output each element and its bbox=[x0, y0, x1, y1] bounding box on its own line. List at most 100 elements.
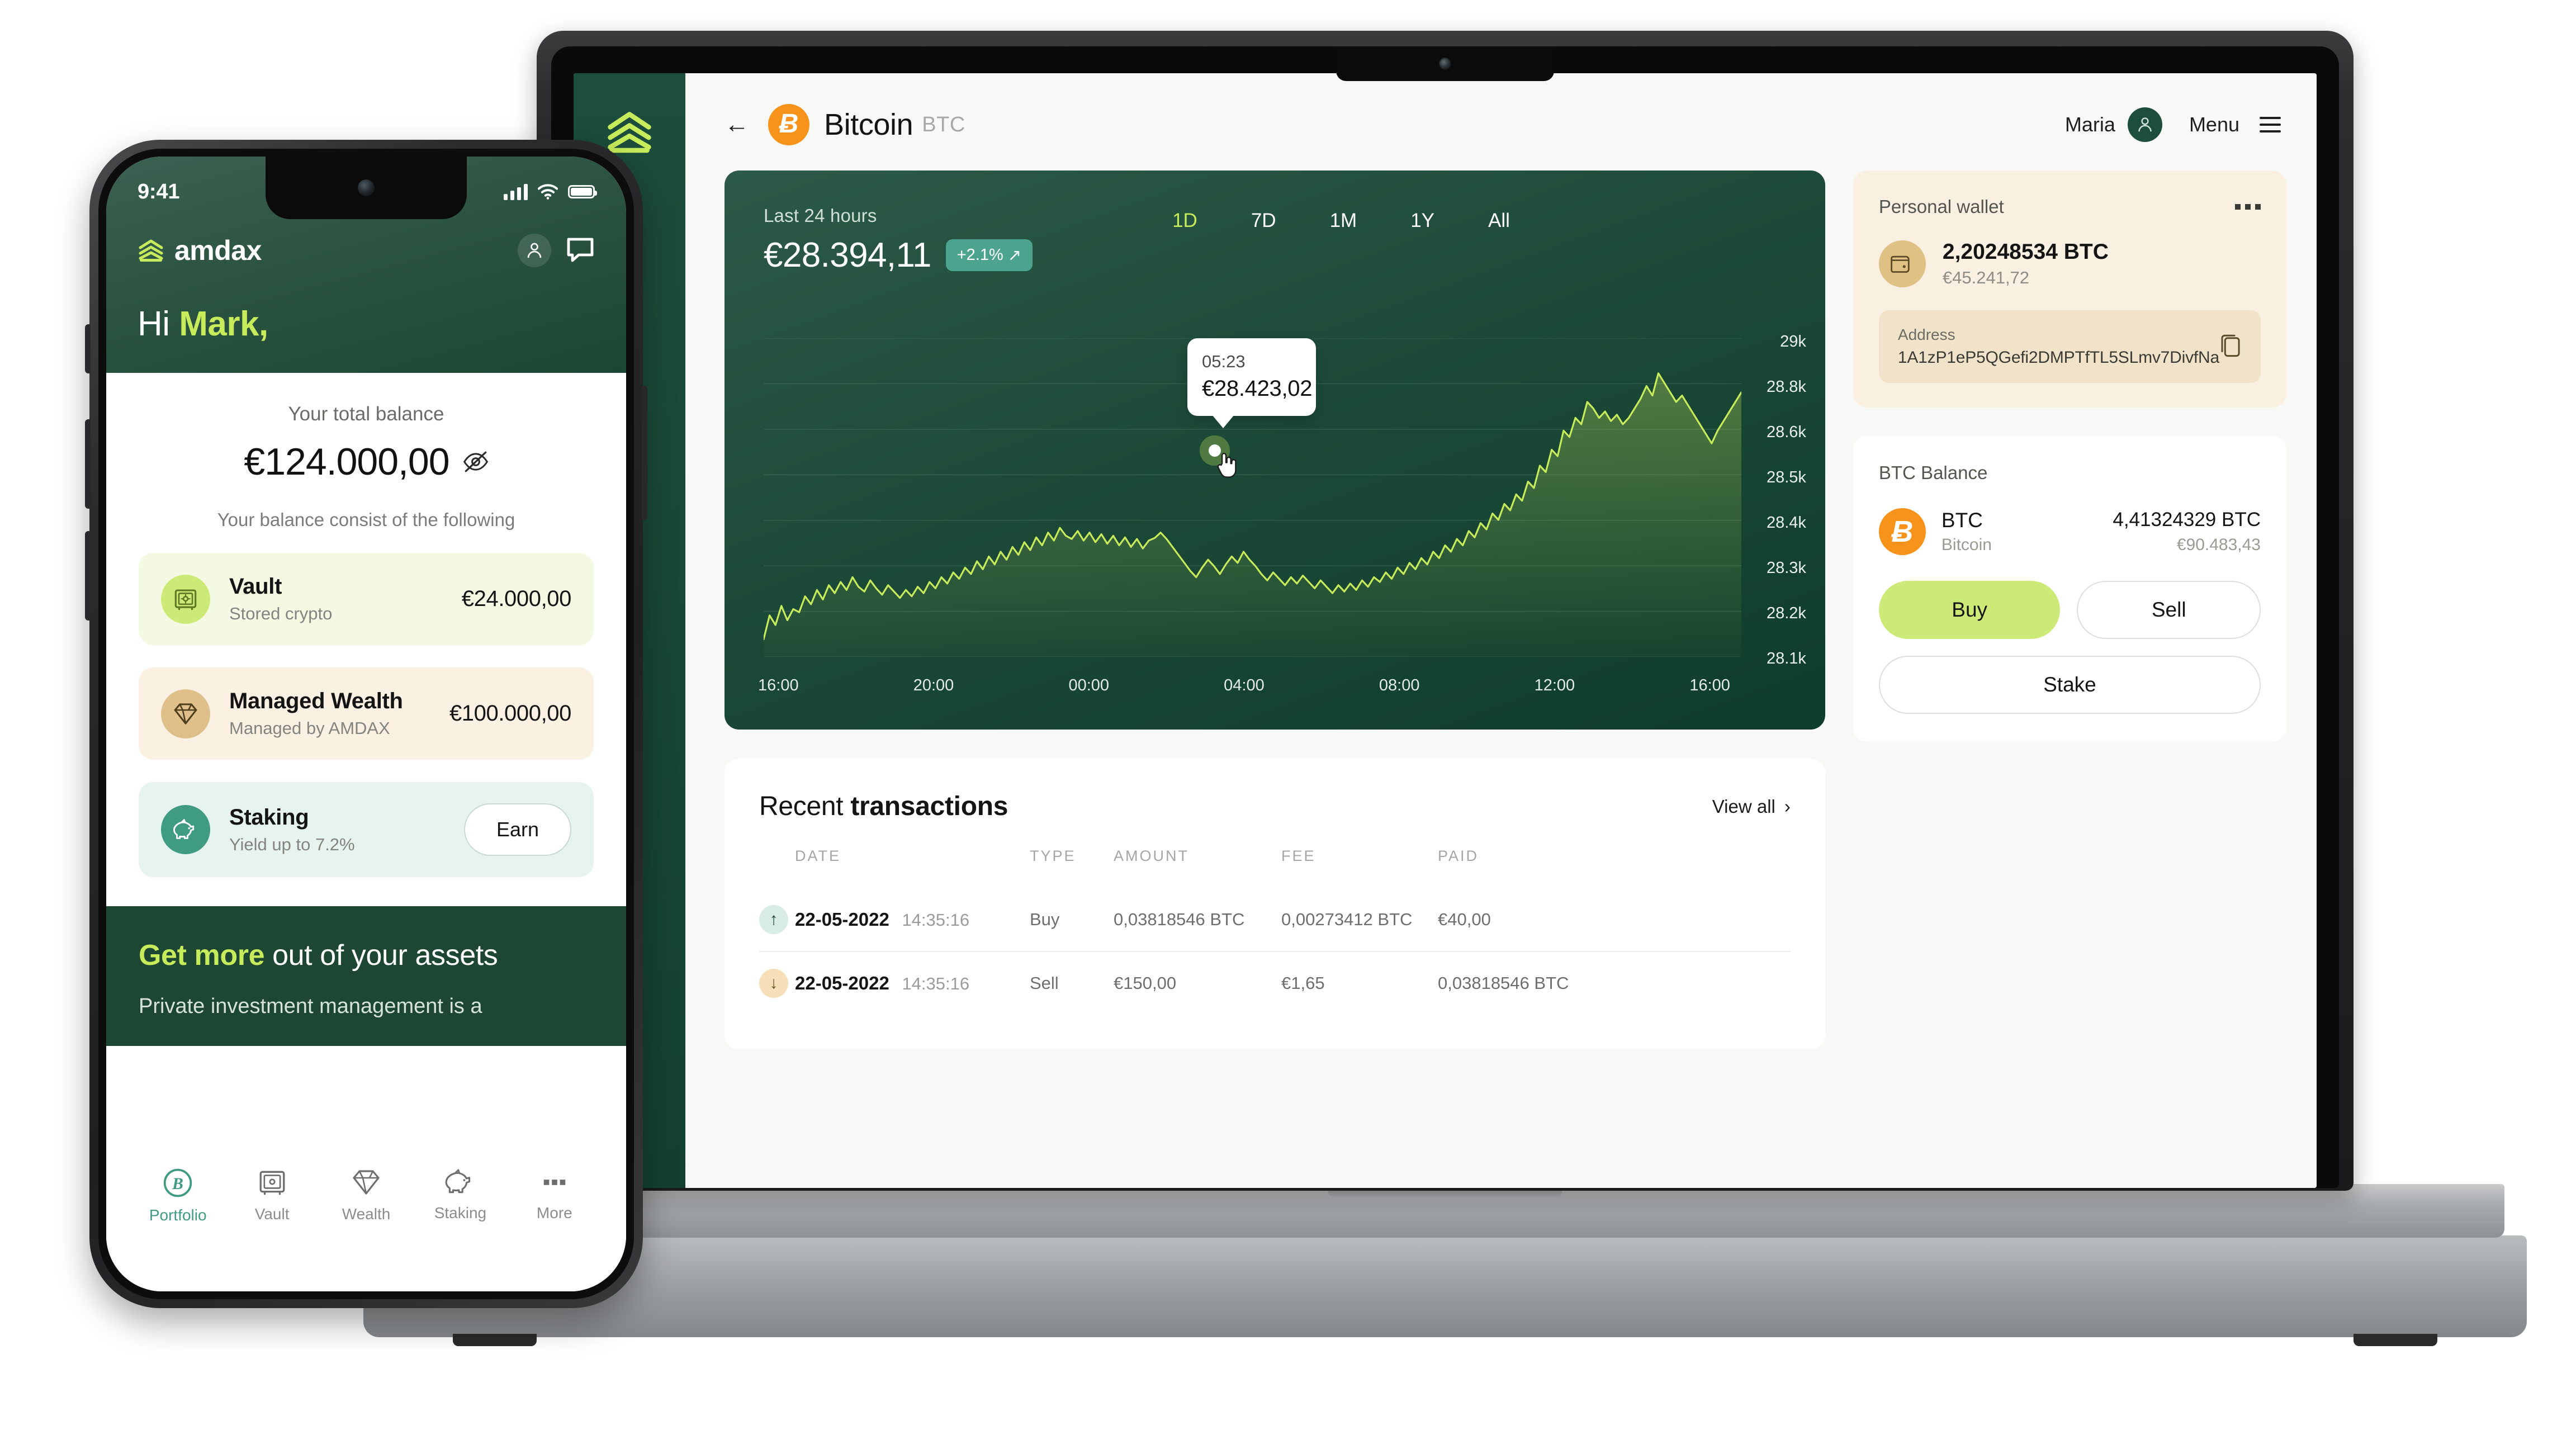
btc-balance-card: BTC Balance Ƀ BTC Bitcoin 4,41324329 BTC… bbox=[1853, 435, 2286, 742]
list-item-managed-wealth[interactable]: Managed Wealth Managed by AMDAX €100.000… bbox=[139, 667, 594, 760]
profile-icon[interactable] bbox=[518, 234, 551, 267]
sell-button[interactable]: Sell bbox=[2077, 581, 2261, 639]
pointer-hand-cursor-icon bbox=[1217, 452, 1237, 478]
bitcoin-coin-icon: Ƀ bbox=[768, 104, 809, 145]
wallet-btc-amount: 2,20248534 BTC bbox=[1942, 240, 2109, 264]
transactions-title: Recent transactions bbox=[759, 791, 1008, 822]
laptop-lid: ← Ƀ Bitcoin BTC Maria Menu Last 24 hours… bbox=[537, 31, 2354, 1191]
list-item-title: Vault bbox=[229, 574, 282, 599]
asset-name: Bitcoin bbox=[1941, 536, 1992, 554]
nav-item-staking[interactable]: Staking bbox=[413, 1167, 507, 1222]
safe-icon bbox=[259, 1171, 285, 1195]
transactions-title-bold: transactions bbox=[850, 792, 1008, 821]
balance-subtitle: Your balance consist of the following bbox=[217, 509, 515, 530]
safe-glyph-icon bbox=[174, 589, 197, 610]
buy-button[interactable]: Buy bbox=[1878, 581, 2061, 639]
phone-brand-row: amdax bbox=[138, 234, 595, 267]
phone-volume-down-button[interactable] bbox=[85, 531, 91, 621]
range-1m[interactable]: 1M bbox=[1330, 210, 1357, 232]
list-item-vault[interactable]: Vault Stored crypto €24.000,00 bbox=[139, 553, 594, 645]
row-amount: 0,03818546 BTC bbox=[1114, 910, 1245, 929]
nav-label: Vault bbox=[254, 1205, 290, 1223]
y-tick: 29k bbox=[1780, 333, 1806, 351]
row-paid: 0,03818546 BTC bbox=[1438, 951, 1791, 1015]
promo-title: Get more out of your assets bbox=[139, 939, 594, 972]
wallet-eur-amount: €45.241,72 bbox=[1942, 268, 2030, 287]
more-dots-icon bbox=[543, 1180, 566, 1185]
table-row[interactable]: ↓ 22-05-2022 14:35:16 Sell €150,00 €1,65… bbox=[759, 951, 1791, 1015]
row-time: 14:35:16 bbox=[902, 910, 970, 930]
app-main-grid: Last 24 hours €28.394,11 +2.1% ↗ 1D 7D 1… bbox=[724, 171, 2286, 1049]
row-date: 22-05-2022 bbox=[795, 909, 889, 930]
eye-off-icon[interactable] bbox=[463, 451, 489, 473]
phone-silent-switch[interactable] bbox=[85, 324, 91, 373]
back-arrow-icon[interactable]: ← bbox=[724, 112, 749, 137]
x-tick: 04:00 bbox=[1224, 676, 1265, 694]
phone-frame: 9:41 amdax Hi Mark, Your total balance €… bbox=[85, 140, 647, 1308]
chat-bubble-icon[interactable] bbox=[566, 236, 595, 264]
hamburger-menu-icon[interactable] bbox=[2260, 117, 2281, 132]
total-balance-label: Your total balance bbox=[288, 403, 444, 425]
page-ticker: BTC bbox=[922, 112, 965, 136]
range-1d[interactable]: 1D bbox=[1172, 210, 1197, 232]
bitcoin-circle-icon: B bbox=[164, 1168, 192, 1197]
y-tick: 28.5k bbox=[1766, 468, 1806, 486]
phone-power-button[interactable] bbox=[642, 386, 647, 520]
y-tick: 28.4k bbox=[1766, 514, 1806, 532]
range-all[interactable]: All bbox=[1488, 210, 1510, 232]
row-fee: €1,65 bbox=[1281, 951, 1438, 1015]
tooltip-time: 05:23 bbox=[1202, 352, 1246, 371]
phone-header-icons bbox=[518, 234, 595, 267]
chart-range-selector: 1D 7D 1M 1Y All bbox=[1172, 205, 1510, 232]
stake-button[interactable]: Stake bbox=[1878, 656, 2261, 714]
th-icon bbox=[759, 847, 795, 888]
promo-banner[interactable]: Get more out of your assets Private inve… bbox=[106, 906, 626, 1046]
front-camera-icon bbox=[358, 179, 375, 196]
user-name[interactable]: Maria bbox=[2065, 113, 2115, 136]
menu-label[interactable]: Menu bbox=[2189, 113, 2239, 136]
earn-button[interactable]: Earn bbox=[463, 803, 571, 856]
th-amount: AMOUNT bbox=[1114, 847, 1189, 864]
more-dots-icon[interactable] bbox=[2235, 204, 2261, 210]
greeting-light: Hi bbox=[138, 305, 179, 343]
nav-item-wealth[interactable]: Wealth bbox=[319, 1167, 413, 1223]
phone-notch bbox=[266, 157, 467, 219]
wallet-header: Personal wallet bbox=[1879, 196, 2261, 217]
row-type: Sell bbox=[1030, 951, 1114, 1015]
wallet-amounts: 2,20248534 BTC €45.241,72 bbox=[1943, 240, 2109, 288]
range-7d[interactable]: 7D bbox=[1251, 210, 1276, 232]
view-all-link[interactable]: View all › bbox=[1712, 796, 1791, 817]
laptop-screen: ← Ƀ Bitcoin BTC Maria Menu Last 24 hours… bbox=[574, 73, 2317, 1188]
wallet-address-box[interactable]: Address 1A1zP1eP5QGefi2DMPTfTL5SLmv7Divf… bbox=[1878, 310, 2261, 383]
nav-item-vault[interactable]: Vault bbox=[225, 1167, 319, 1223]
profile-glyph-icon bbox=[527, 243, 542, 258]
x-tick: 20:00 bbox=[913, 676, 954, 694]
profile-icon bbox=[2138, 117, 2152, 132]
nav-item-portfolio[interactable]: B Portfolio bbox=[131, 1167, 225, 1224]
app-content: ← Ƀ Bitcoin BTC Maria Menu Last 24 hours… bbox=[685, 73, 2317, 1188]
diamond-glyph-icon bbox=[174, 703, 197, 724]
list-item-subtitle: Yield up to 7.2% bbox=[229, 834, 355, 854]
range-1y[interactable]: 1Y bbox=[1410, 210, 1434, 232]
laptop-bezel: ← Ƀ Bitcoin BTC Maria Menu Last 24 hours… bbox=[551, 46, 2339, 1188]
list-item-text: Vault Stored crypto bbox=[229, 574, 332, 624]
laptop-notch bbox=[1336, 46, 1554, 81]
asset-names: BTC Bitcoin bbox=[1942, 509, 1992, 555]
list-item-staking[interactable]: Staking Yield up to 7.2% Earn bbox=[139, 782, 594, 877]
webcam-icon bbox=[1439, 58, 1451, 70]
y-tick: 28.8k bbox=[1766, 378, 1806, 396]
th-paid: PAID bbox=[1438, 847, 1479, 864]
chart-subtitle: Last 24 hours bbox=[764, 205, 877, 226]
table-header-row: DATE TYPE AMOUNT FEE PAID bbox=[759, 847, 1791, 888]
greeting-name: Mark, bbox=[179, 305, 268, 343]
table-row[interactable]: ↑ 22-05-2022 14:35:16 Buy 0,03818546 BTC… bbox=[759, 888, 1791, 951]
x-tick: 12:00 bbox=[1534, 676, 1575, 694]
copy-icon[interactable] bbox=[2219, 333, 2242, 361]
nav-item-more[interactable]: More bbox=[508, 1167, 602, 1222]
copy-glyph-icon bbox=[2221, 334, 2240, 357]
avatar[interactable] bbox=[2127, 107, 2162, 142]
phone-volume-up-button[interactable] bbox=[85, 419, 91, 509]
piggy-bank-icon bbox=[161, 805, 210, 854]
promo-title-light: out of your assets bbox=[264, 939, 498, 972]
asset-btc-amount: 4,41324329 BTC bbox=[2113, 509, 2261, 531]
